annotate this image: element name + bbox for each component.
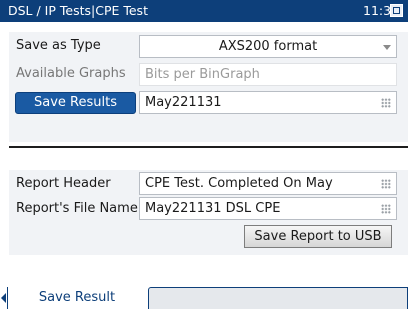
save-as-type-value: AXS200 format [218,39,318,54]
save-results-filename-input[interactable]: May221131 [139,91,397,114]
section-divider [9,146,408,148]
report-header-label: Report Header [16,176,111,191]
keyboard-icon[interactable] [381,204,391,214]
report-header-input[interactable]: CPE Test. Completed On May [139,172,397,195]
report-file-name-value: May221131 DSL CPE [145,201,281,216]
screen-icon[interactable] [390,4,403,17]
tab-bar: Save Result [0,287,408,309]
available-graphs-value: Bits per BinGraph [145,67,260,82]
tab-save-result[interactable]: Save Result [8,287,146,309]
save-as-type-select[interactable]: AXS200 format [139,35,397,58]
chevron-down-icon [383,45,391,50]
available-graphs-label: Available Graphs [16,66,126,81]
title-bar: DSL / IP Tests|CPE Test 11:31 [0,0,408,22]
save-results-filename-value: May221131 [145,95,222,110]
report-header-value: CPE Test. Completed On May [145,176,333,191]
save-report-to-usb-button[interactable]: Save Report to USB [244,225,392,248]
save-as-type-label: Save as Type [16,38,101,53]
keyboard-icon[interactable] [381,98,391,108]
report-file-name-label: Report's File Name [16,201,138,216]
page-title: DSL / IP Tests|CPE Test [8,3,148,18]
tab-empty[interactable] [148,287,408,309]
chevron-left-icon[interactable] [0,287,8,309]
keyboard-icon[interactable] [381,179,391,189]
report-file-name-input[interactable]: May221131 DSL CPE [139,197,397,220]
save-results-button[interactable]: Save Results [15,92,136,114]
available-graphs-field: Bits per BinGraph [139,63,397,86]
